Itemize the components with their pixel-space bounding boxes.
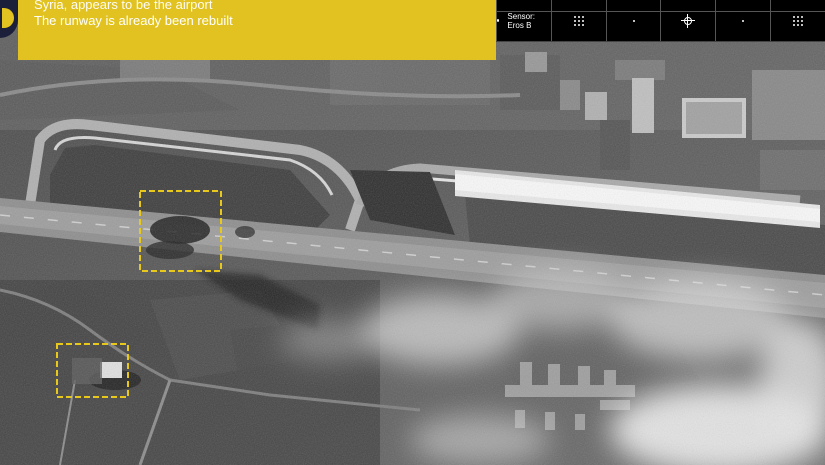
caption-title: Syria, appears to be the airport [34,0,213,12]
caption-box: Syria, appears to be the airport The run… [18,0,496,60]
info-bar: Sensor: Eros B [496,0,825,42]
dot-icon [742,19,745,22]
dot-icon [632,19,635,22]
caption-text: The runway is already been rebuilt [34,13,233,28]
grid-icon [792,14,805,27]
grid-icon [572,14,585,27]
sensor-label: Sensor: Eros B [507,11,535,30]
crosshair-icon [681,13,696,28]
satellite-image [0,0,825,465]
bullet-icon [497,19,500,22]
